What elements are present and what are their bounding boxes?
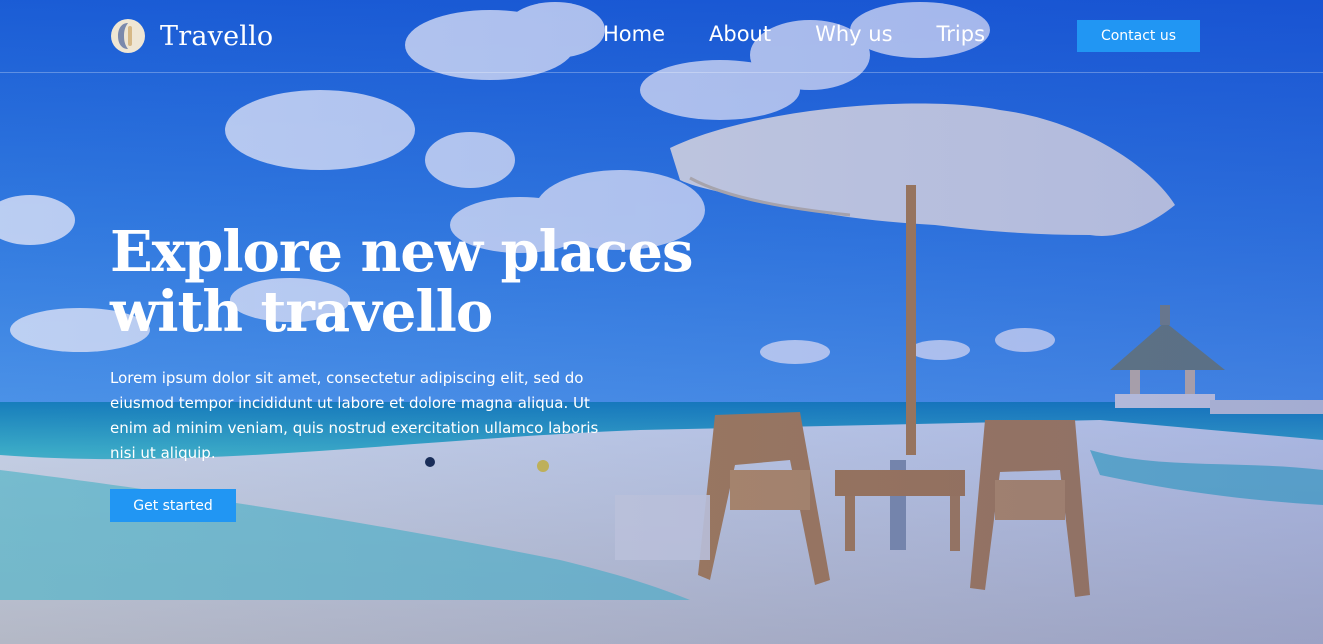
brand-name: Travello <box>160 20 274 52</box>
hero-headline: Explore new places with travello <box>110 219 694 345</box>
brand-logo[interactable]: Travello <box>110 18 273 54</box>
nav-link-trips[interactable]: Trips <box>937 22 985 46</box>
hero-headline-line-2: with travello <box>110 279 493 345</box>
top-navigation: Travello Home About Why us Trips Contact… <box>0 0 1323 73</box>
nav-link-why-us[interactable]: Why us <box>815 22 892 46</box>
main-menu: Home About Why us Trips <box>603 22 1029 46</box>
get-started-button[interactable]: Get started <box>110 489 236 522</box>
hero-content: Explore new places with travello Lorem i… <box>110 219 694 522</box>
hero-description: Lorem ipsum dolor sit amet, consectetur … <box>110 369 599 462</box>
nav-link-about[interactable]: About <box>709 22 771 46</box>
travello-logo-icon <box>111 19 145 53</box>
contact-us-button[interactable]: Contact us <box>1077 20 1200 52</box>
nav-link-home[interactable]: Home <box>603 22 665 46</box>
hero-section: Travello Home About Why us Trips Contact… <box>0 0 1323 644</box>
hero-headline-line-1: Explore new places <box>110 219 694 285</box>
